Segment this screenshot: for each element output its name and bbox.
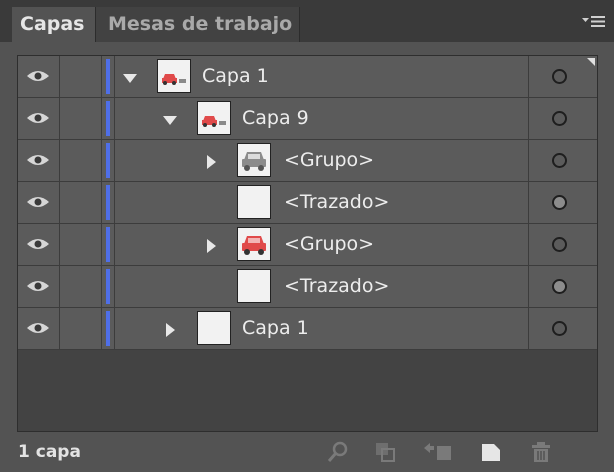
target-column (528, 98, 597, 139)
layer-color-bar (106, 269, 110, 304)
layer-color-bar (106, 185, 110, 220)
layer-row[interactable]: Capa 1 (18, 308, 597, 350)
eye-icon (27, 155, 49, 165)
target-circle[interactable] (552, 153, 567, 168)
layer-row[interactable]: <Trazado> (18, 266, 597, 308)
column-divider (114, 308, 115, 349)
selection-corner-indicator (587, 58, 595, 66)
panel-footer: 1 capa (0, 432, 614, 472)
column-divider (114, 98, 115, 139)
visibility-toggle[interactable] (18, 56, 60, 97)
column-divider (114, 266, 115, 307)
lock-toggle[interactable] (60, 266, 102, 307)
layer-thumbnail (157, 59, 191, 93)
eye-icon (27, 323, 49, 333)
layer-row[interactable]: Capa 9 (18, 98, 597, 140)
layer-name[interactable]: <Grupo> (284, 140, 374, 181)
eye-icon (27, 239, 49, 249)
layers-panel: Capas Mesas de trabajo Capa 1 Capa 9 <Gr… (0, 0, 614, 472)
layer-thumbnail (197, 101, 231, 135)
search-icon[interactable] (327, 441, 349, 463)
layer-color-bar (106, 227, 110, 262)
eye-icon (27, 197, 49, 207)
visibility-toggle[interactable] (18, 182, 60, 223)
layer-name[interactable]: Capa 9 (242, 98, 309, 139)
layer-color-bar (106, 59, 110, 94)
target-circle[interactable] (552, 321, 567, 336)
target-circle[interactable] (552, 69, 567, 84)
visibility-toggle[interactable] (18, 224, 60, 265)
panel-menu-icon[interactable] (582, 15, 606, 31)
move-to-layer-icon[interactable] (424, 441, 451, 463)
tab-bar: Capas Mesas de trabajo (0, 0, 614, 42)
layer-row[interactable]: Capa 1 (18, 56, 597, 98)
visibility-toggle[interactable] (18, 98, 60, 139)
expand-arrow-icon[interactable] (163, 112, 177, 126)
layer-thumbnail (237, 227, 271, 261)
target-circle[interactable] (552, 111, 567, 126)
target-circle[interactable] (552, 237, 567, 252)
column-divider (114, 224, 115, 265)
layers-list: Capa 1 Capa 9 <Grupo> <Trazado> <Grupo> … (17, 55, 598, 432)
expand-arrow-icon[interactable] (204, 238, 218, 253)
eye-icon (27, 281, 49, 291)
tab-capas[interactable]: Capas (12, 7, 96, 42)
target-column (528, 140, 597, 181)
lock-toggle[interactable] (60, 224, 102, 265)
target-column (528, 224, 597, 265)
lock-toggle[interactable] (60, 98, 102, 139)
target-column (528, 266, 597, 307)
lock-toggle[interactable] (60, 308, 102, 349)
layer-color-bar (106, 101, 110, 136)
new-layer-icon[interactable] (480, 441, 502, 463)
visibility-toggle[interactable] (18, 140, 60, 181)
trash-icon[interactable] (530, 441, 552, 463)
layer-thumbnail (197, 311, 231, 345)
layer-name[interactable]: Capa 1 (242, 308, 309, 349)
layer-thumbnail (237, 269, 271, 303)
column-divider (114, 56, 115, 97)
lock-toggle[interactable] (60, 182, 102, 223)
layer-name[interactable]: <Trazado> (284, 182, 389, 223)
expand-arrow-icon[interactable] (204, 154, 218, 169)
eye-icon (27, 71, 49, 81)
visibility-toggle[interactable] (18, 308, 60, 349)
layer-name[interactable]: <Trazado> (284, 266, 389, 307)
target-column (528, 56, 597, 97)
layer-color-bar (106, 311, 110, 346)
target-column (528, 182, 597, 223)
target-circle[interactable] (552, 195, 567, 210)
visibility-toggle[interactable] (18, 266, 60, 307)
expand-arrow-icon[interactable] (163, 322, 177, 337)
layer-row[interactable]: <Grupo> (18, 224, 597, 266)
layer-thumbnail (237, 185, 271, 219)
layer-row[interactable]: <Trazado> (18, 182, 597, 224)
layer-row[interactable]: <Grupo> (18, 140, 597, 182)
expand-arrow-icon[interactable] (123, 70, 137, 84)
tab-mesas-de-trabajo[interactable]: Mesas de trabajo (96, 7, 300, 42)
target-circle[interactable] (552, 279, 567, 294)
layer-name[interactable]: <Grupo> (284, 224, 374, 265)
layer-count: 1 capa (18, 442, 81, 462)
clipping-mask-icon[interactable] (374, 441, 396, 463)
column-divider (114, 182, 115, 223)
lock-toggle[interactable] (60, 56, 102, 97)
target-column (528, 308, 597, 349)
eye-icon (27, 113, 49, 123)
lock-toggle[interactable] (60, 140, 102, 181)
column-divider (114, 140, 115, 181)
layer-color-bar (106, 143, 110, 178)
layer-name[interactable]: Capa 1 (202, 56, 269, 97)
layer-thumbnail (237, 143, 271, 177)
